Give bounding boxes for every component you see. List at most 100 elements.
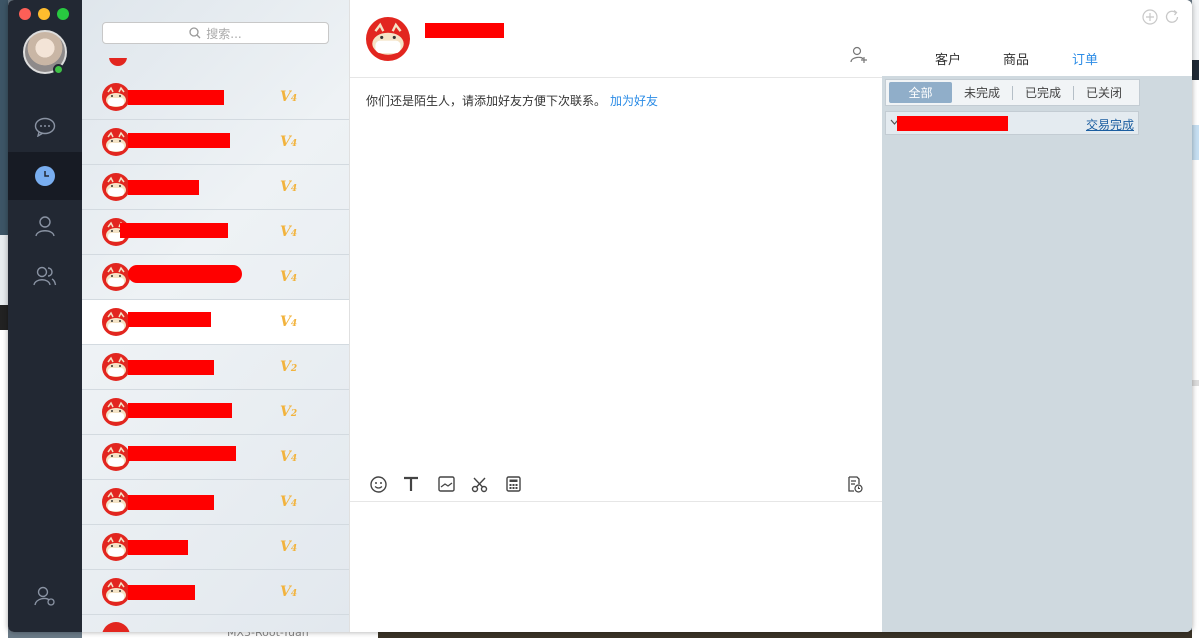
close-window-button[interactable] [19, 8, 31, 20]
chat-header [350, 0, 882, 78]
chat-bubble-icon [34, 117, 56, 137]
history-document-icon [847, 475, 863, 493]
filter-incomplete[interactable]: 未完成 [952, 82, 1012, 103]
contact-list: 搜索... V4 V4 V4 V4 V4 V4 V2 V2 V4 V4 V4 V4 [82, 0, 350, 632]
vip-level-badge: V4 [280, 89, 298, 105]
nav-messages[interactable] [8, 103, 82, 151]
redacted-contact-name [128, 403, 232, 418]
redacted-contact-name [128, 540, 188, 555]
tab-orders[interactable]: 订单 [1072, 49, 1098, 68]
info-panel: 客户 商品 订单 全部 未完成 已完成 已关闭 交易完成 [882, 0, 1192, 632]
contact-row[interactable]: V4 [82, 165, 349, 210]
contact-row[interactable]: V4 [82, 120, 349, 165]
user-settings-icon [34, 586, 55, 606]
calculator-icon [505, 476, 521, 492]
nav-contacts[interactable] [8, 202, 82, 250]
contact-row[interactable]: V4 [82, 255, 349, 300]
contact-row[interactable]: V4 [82, 435, 349, 480]
contact-avatar [102, 398, 130, 426]
contact-row[interactable]: V4 [82, 75, 349, 120]
nav-recent[interactable] [8, 152, 82, 200]
chat-history-button[interactable] [844, 474, 864, 494]
info-panel-header: 客户 商品 订单 [882, 0, 1192, 76]
contact-row[interactable]: V4 [82, 570, 349, 615]
nav-groups[interactable] [8, 252, 82, 300]
contact-avatar [102, 443, 130, 471]
contact-row[interactable]: V4 [82, 300, 349, 345]
contact-avatar [102, 83, 130, 111]
redacted-contact-name [425, 23, 504, 38]
image-icon [437, 476, 455, 492]
nav-account-settings[interactable] [8, 572, 82, 620]
scissors-icon [471, 477, 487, 492]
chat-contact-avatar[interactable] [366, 17, 410, 61]
redacted-contact-name [128, 585, 195, 600]
redacted-contact-name [128, 312, 211, 327]
redacted-order-id [897, 116, 1008, 131]
app-window: 搜索... V4 V4 V4 V4 V4 V4 V2 V2 V4 V4 V4 V4 你们还是陌生人，请… [8, 0, 1192, 632]
panel-actions [1142, 9, 1180, 25]
group-icon [33, 266, 57, 286]
add-person-icon [850, 46, 867, 63]
contact-avatar [102, 578, 130, 606]
search-icon [189, 27, 201, 39]
emoji-button[interactable] [368, 474, 388, 494]
text-format-icon [404, 476, 418, 491]
system-message: 你们还是陌生人，请添加好友方便下次联系。 加为好友 [366, 92, 658, 109]
contact-avatar [102, 488, 130, 516]
emoji-icon [369, 475, 387, 493]
tab-customer[interactable]: 客户 [935, 49, 961, 68]
order-status-link[interactable]: 交易完成 [1086, 116, 1134, 133]
contact-avatar [102, 263, 130, 291]
refresh-icon[interactable] [1164, 9, 1180, 25]
search-placeholder: 搜索... [206, 26, 242, 41]
add-friend-button[interactable] [850, 46, 868, 67]
redacted-contact-name [128, 360, 214, 375]
vip-level-badge: V4 [280, 314, 298, 330]
add-circle-icon[interactable] [1142, 9, 1158, 25]
minimize-window-button[interactable] [38, 8, 50, 20]
person-icon [35, 216, 55, 237]
vip-level-badge: V2 [280, 359, 298, 375]
vip-level-badge: V4 [280, 584, 298, 600]
redacted-contact-name [128, 180, 199, 195]
maximize-window-button[interactable] [57, 8, 69, 20]
window-controls [19, 8, 69, 20]
order-item[interactable]: 交易完成 [885, 111, 1139, 135]
chat-area: 你们还是陌生人，请添加好友方便下次联系。 加为好友 [350, 0, 882, 632]
filter-closed[interactable]: 已关闭 [1074, 82, 1134, 103]
order-filter: 全部 未完成 已完成 已关闭 [885, 79, 1140, 106]
contact-row[interactable]: V4 [82, 525, 349, 570]
desktop-right-edge [1192, 0, 1199, 638]
contact-avatar [102, 173, 130, 201]
vip-level-badge: V4 [280, 179, 298, 195]
font-button[interactable] [401, 474, 421, 494]
redacted-contact-name [120, 223, 228, 238]
contact-avatar [102, 533, 130, 561]
contact-row[interactable]: V4 [82, 480, 349, 525]
calculator-button[interactable] [503, 474, 523, 494]
search-input[interactable]: 搜索... [102, 22, 329, 44]
contact-row[interactable]: V4 [82, 210, 349, 255]
chat-toolbar [350, 468, 882, 502]
filter-all[interactable]: 全部 [889, 82, 952, 103]
vip-level-badge: V4 [280, 269, 298, 285]
contact-row[interactable]: V2 [82, 390, 349, 435]
message-input[interactable] [350, 502, 882, 632]
contact-avatar [102, 308, 130, 336]
redacted-contact-name [128, 446, 236, 461]
vip-level-badge: V4 [280, 494, 298, 510]
contact-avatar [102, 353, 130, 381]
online-status-icon [53, 64, 64, 75]
image-button[interactable] [436, 474, 456, 494]
desktop-left-edge [0, 0, 8, 638]
contact-row[interactable]: V2 [82, 345, 349, 390]
stranger-notice-text: 你们还是陌生人，请添加好友方便下次联系。 [366, 94, 607, 108]
redacted-contact-name [128, 495, 214, 510]
tab-products[interactable]: 商品 [1003, 49, 1029, 68]
add-friend-link[interactable]: 加为好友 [610, 94, 658, 108]
redacted-contact-name [128, 265, 242, 283]
screenshot-button[interactable] [469, 474, 489, 494]
filter-completed[interactable]: 已完成 [1013, 82, 1073, 103]
vip-level-badge: V4 [280, 134, 298, 150]
